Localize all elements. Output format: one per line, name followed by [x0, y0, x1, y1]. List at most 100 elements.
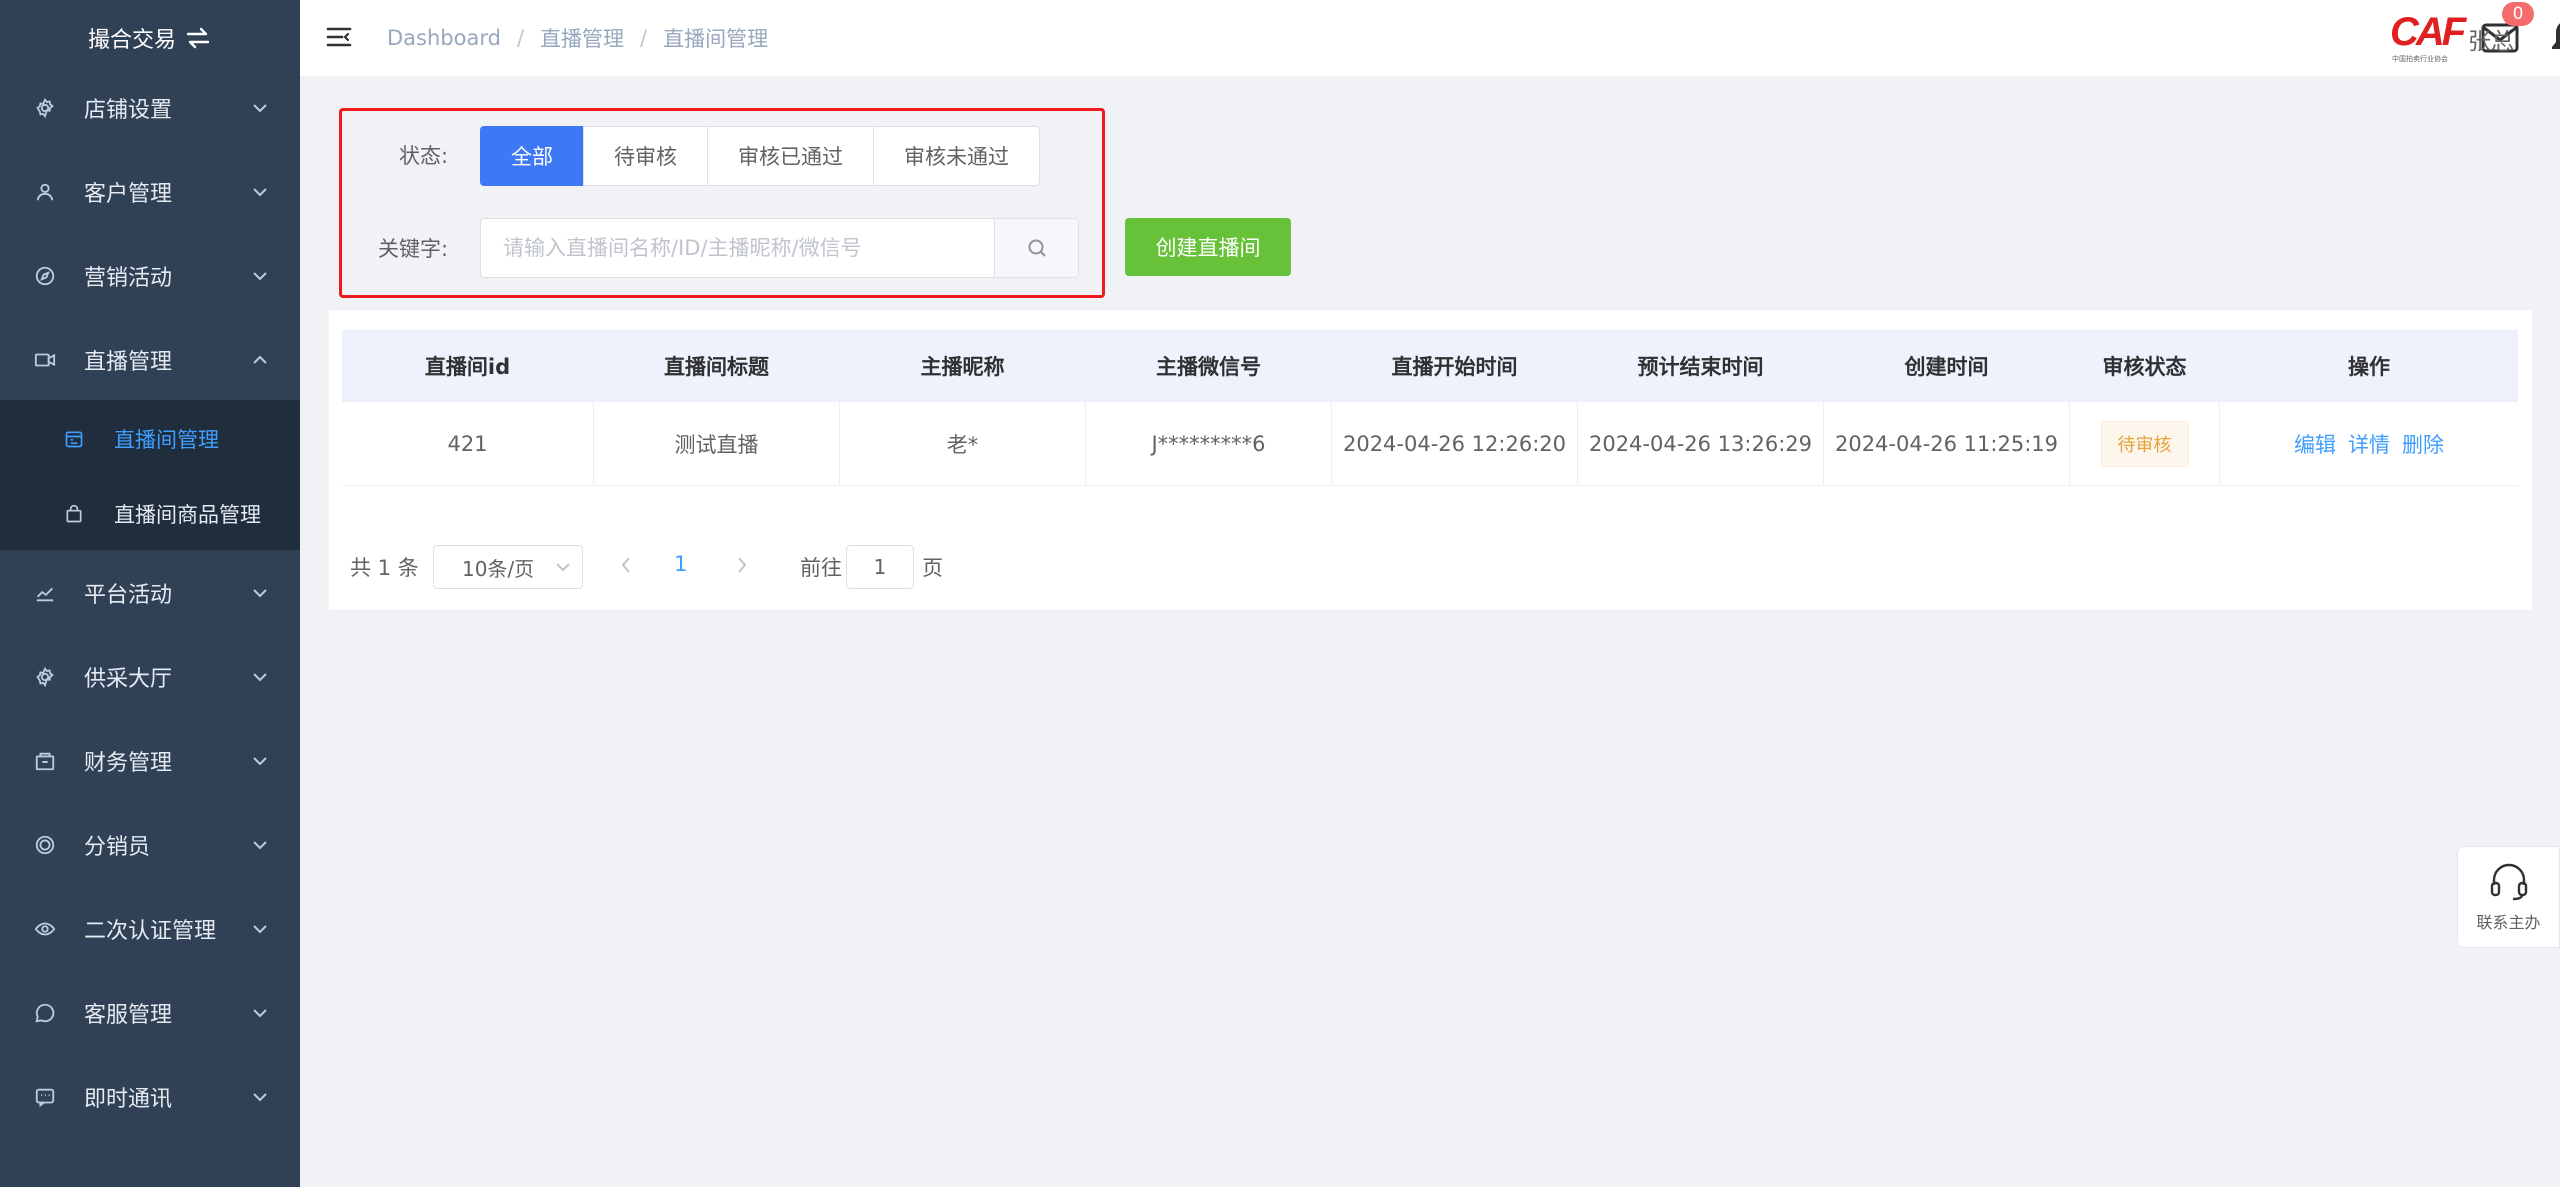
sidebar-item-instant-messaging[interactable]: 即时通讯 — [0, 1067, 300, 1127]
column-header-end-time: 预计结束时间 — [1578, 330, 1824, 401]
avatar-logo[interactable]: CAF 中国拍卖行业协会 — [2390, 10, 2466, 68]
status-filter-group: 全部 待审核 审核已通过 审核未通过 — [480, 126, 1040, 186]
column-header-start-time: 直播开始时间 — [1332, 330, 1578, 401]
cell-nickname: 老* — [840, 402, 1086, 485]
page-number-current[interactable]: 1 — [674, 552, 687, 576]
status-option-pending[interactable]: 待审核 — [583, 126, 708, 186]
cell-start-time: 2024-04-26 12:26:20 — [1332, 402, 1578, 485]
chevron-down-icon — [253, 1009, 267, 1018]
gear-icon — [36, 97, 54, 119]
sidebar: 撮合交易 店铺设置 客户管理 营销活动 直播管理 直播间管理 直播间商品管理 平… — [0, 0, 300, 1187]
column-header-id: 直播间id — [342, 330, 594, 401]
chart-line-icon — [36, 587, 54, 602]
detail-link[interactable]: 详情 — [2348, 429, 2390, 459]
column-header-title: 直播间标题 — [594, 330, 840, 401]
coin-icon — [35, 835, 55, 855]
breadcrumb-dashboard[interactable]: Dashboard — [387, 26, 501, 50]
search-box — [480, 218, 1079, 278]
sidebar-item-marketing[interactable]: 营销活动 — [0, 246, 300, 306]
sidebar-subitem-live-rooms[interactable]: 直播间管理 — [0, 409, 300, 469]
video-camera-icon — [34, 353, 56, 367]
chevron-down-icon — [253, 272, 267, 281]
cell-title: 测试直播 — [594, 402, 840, 485]
live-room-table: 直播间id 直播间标题 主播昵称 主播微信号 直播开始时间 预计结束时间 创建时… — [342, 330, 2518, 486]
edit-link[interactable]: 编辑 — [2294, 429, 2336, 459]
breadcrumb-separator: / — [516, 26, 525, 50]
sidebar-item-distributors[interactable]: 分销员 — [0, 815, 300, 875]
table-row: 421 测试直播 老* J*********6 2024-04-26 12:26… — [342, 402, 2518, 486]
cell-status: 待审核 — [2070, 402, 2220, 485]
cell-end-time: 2024-04-26 13:26:29 — [1578, 402, 1824, 485]
chevron-down-icon — [253, 589, 267, 598]
breadcrumb-live-management[interactable]: 直播管理 — [540, 23, 624, 53]
top-header: Dashboard / 直播管理 / 直播间管理 0 CAF 中国拍卖行业协会 … — [300, 0, 2560, 76]
total-count: 共 1 条 — [350, 556, 419, 580]
search-button[interactable] — [994, 219, 1078, 277]
brand-label: 撮合交易 — [87, 28, 176, 53]
page-size-value: 10条/页 — [462, 556, 535, 581]
status-option-all[interactable]: 全部 — [480, 126, 584, 186]
column-header-status: 审核状态 — [2070, 330, 2220, 401]
calendar-icon — [65, 431, 83, 448]
goto-suffix: 页 — [922, 556, 943, 580]
contact-label: 联系主办 — [2476, 913, 2541, 932]
page-size-select[interactable]: 10条/页 — [433, 545, 583, 589]
message-icon — [35, 1088, 55, 1108]
gear-icon — [36, 666, 54, 688]
chevron-down-icon — [253, 673, 267, 682]
brand-switch[interactable]: 撮合交易 — [0, 0, 300, 76]
cell-actions: 编辑 详情 删除 — [2220, 402, 2518, 485]
sidebar-item-customers[interactable]: 客户管理 — [0, 162, 300, 222]
sidebar-item-finance[interactable]: 财务管理 — [0, 731, 300, 791]
sidebar-item-customer-service[interactable]: 客服管理 — [0, 983, 300, 1043]
contact-organizer-button[interactable]: 联系主办 — [2457, 846, 2560, 948]
headset-icon — [2490, 863, 2527, 901]
status-option-rejected[interactable]: 审核未通过 — [873, 126, 1040, 186]
column-header-created-time: 创建时间 — [1824, 330, 2070, 401]
chevron-down-icon — [253, 104, 267, 113]
sidebar-item-secondary-auth[interactable]: 二次认证管理 — [0, 899, 300, 959]
user-icon — [36, 183, 54, 201]
shopping-bag-icon — [66, 504, 82, 523]
wallet-icon — [35, 752, 55, 771]
logo-mark: CAF — [2390, 10, 2466, 54]
user-name[interactable]: 张总 — [2468, 22, 2514, 56]
pagination-total: 共 1 条 — [350, 547, 419, 587]
column-header-nickname: 主播昵称 — [840, 330, 1086, 401]
column-header-wechat: 主播微信号 — [1086, 330, 1332, 401]
chevron-down-icon — [253, 841, 267, 850]
table-header-row: 直播间id 直播间标题 主播昵称 主播微信号 直播开始时间 预计结束时间 创建时… — [342, 330, 2518, 402]
chevron-down-icon — [253, 188, 267, 197]
cell-wechat: J*********6 — [1086, 402, 1332, 485]
sidebar-subitem-live-products[interactable]: 直播间商品管理 — [0, 484, 300, 544]
next-page-icon[interactable] — [736, 555, 748, 575]
chevron-down-icon — [556, 563, 570, 572]
create-live-room-button[interactable]: 创建直播间 — [1125, 218, 1291, 276]
sidebar-item-platform-activities[interactable]: 平台活动 — [0, 563, 300, 623]
status-badge: 待审核 — [2100, 420, 2189, 467]
delete-link[interactable]: 删除 — [2402, 429, 2444, 459]
bell-icon[interactable] — [2550, 18, 2560, 58]
goto-label: 前往 — [800, 556, 842, 580]
status-option-approved[interactable]: 审核已通过 — [707, 126, 874, 186]
chevron-down-icon — [253, 925, 267, 934]
chevron-down-icon — [253, 757, 267, 766]
status-label: 状态: — [399, 144, 449, 168]
sidebar-item-procurement-hall[interactable]: 供采大厅 — [0, 647, 300, 707]
chevron-down-icon — [253, 1093, 267, 1102]
chevron-up-icon — [253, 355, 267, 364]
chat-bubble-icon — [35, 1003, 55, 1023]
swap-icon — [186, 27, 210, 49]
prev-page-icon[interactable] — [620, 555, 632, 575]
goto-page-input[interactable] — [846, 545, 914, 589]
breadcrumb-current: 直播间管理 — [663, 27, 769, 51]
breadcrumb-separator: / — [640, 26, 648, 50]
search-input[interactable] — [481, 219, 994, 277]
sidebar-item-live-management[interactable]: 直播管理 — [0, 330, 300, 390]
menu-toggle-icon[interactable] — [326, 26, 352, 48]
keyword-label: 关键字: — [378, 237, 449, 261]
compass-icon — [35, 266, 55, 286]
logo-caption: 中国拍卖行业协会 — [2392, 55, 2448, 63]
sidebar-item-store-settings[interactable]: 店铺设置 — [0, 78, 300, 138]
column-header-actions: 操作 — [2348, 354, 2390, 379]
